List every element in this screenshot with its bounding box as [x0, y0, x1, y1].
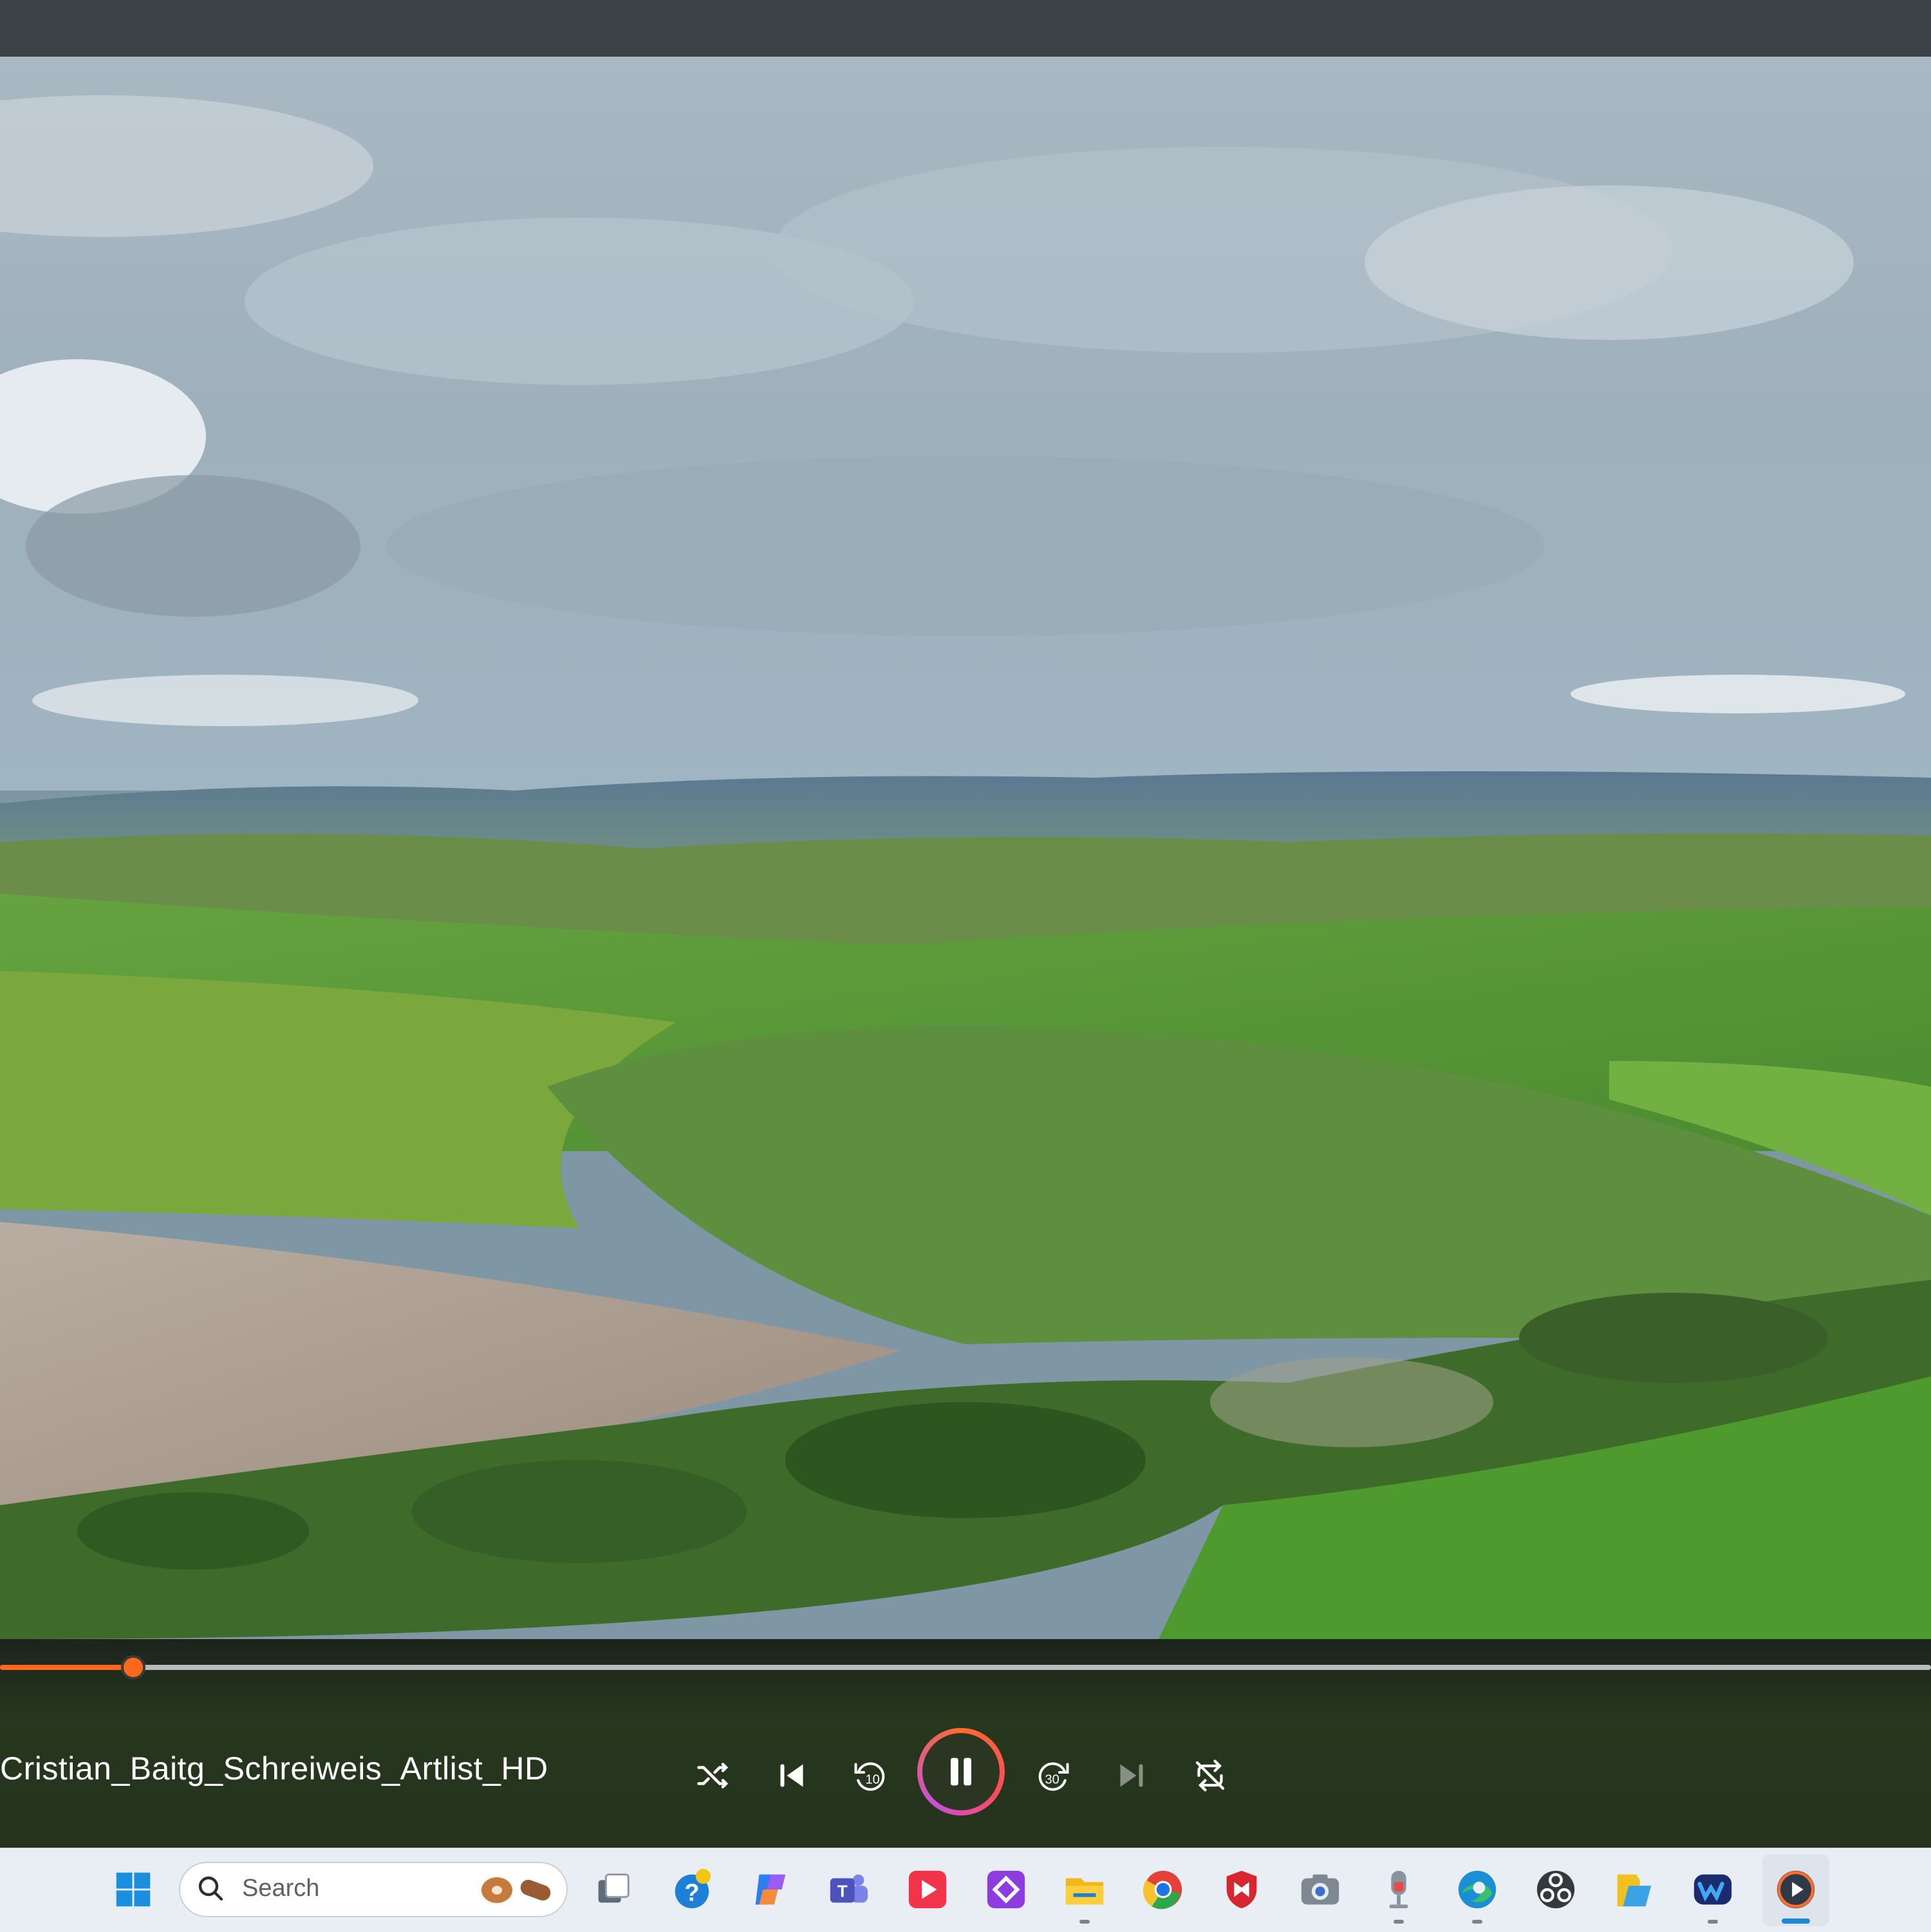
taskbar-app[interactable] [1684, 1861, 1742, 1918]
obs-icon [1536, 1870, 1575, 1909]
svg-text:?: ? [684, 1880, 699, 1907]
taskbar-teams[interactable]: T [820, 1861, 878, 1918]
mcafee-icon [1226, 1870, 1257, 1909]
running-indicator [1708, 1920, 1718, 1924]
files-icon [1617, 1874, 1652, 1907]
rewind-10-icon: 10 [854, 1762, 885, 1791]
taskbar-mcafee[interactable] [1213, 1861, 1271, 1918]
skip-previous-icon [780, 1764, 803, 1787]
media-app-icon [908, 1870, 947, 1909]
diamond-app-icon [987, 1870, 1025, 1909]
previous-button[interactable] [765, 1749, 819, 1803]
pause-icon [951, 1758, 971, 1786]
forward-30-button[interactable]: 30 [1026, 1749, 1080, 1803]
video-landscape-image [0, 57, 1931, 1639]
skip-next-icon [1120, 1764, 1143, 1787]
forward-30-icon: 30 [1038, 1762, 1069, 1791]
video-frame[interactable] [0, 57, 1931, 1639]
taskbar-chrome[interactable] [1134, 1861, 1192, 1918]
taskbar-edge[interactable] [1448, 1861, 1506, 1918]
taskbar-obs[interactable] [1527, 1861, 1585, 1918]
voice-recorder-icon [1389, 1870, 1408, 1909]
copilot-icon [755, 1874, 786, 1905]
rewind-10-button[interactable]: 10 [843, 1749, 897, 1803]
windows-start-icon [116, 1872, 151, 1907]
taskbar-media-player[interactable] [1767, 1861, 1825, 1918]
taskbar-diamond-app[interactable] [977, 1861, 1035, 1918]
seek-bar-progress [0, 1665, 133, 1670]
taskbar-media-app[interactable] [899, 1861, 956, 1918]
shuffle-button[interactable] [686, 1749, 740, 1803]
media-player-icon [1777, 1870, 1815, 1909]
running-indicator [1079, 1920, 1090, 1924]
taskbar-help[interactable]: ? [663, 1861, 721, 1918]
rewind-10-label: 10 [866, 1773, 880, 1787]
app-icon [1693, 1874, 1732, 1905]
running-indicator [1394, 1920, 1404, 1924]
pause-button[interactable] [917, 1728, 1005, 1815]
seek-bar-track[interactable] [0, 1665, 1931, 1670]
taskbar-camera[interactable] [1291, 1861, 1349, 1918]
taskbar-files[interactable] [1605, 1861, 1663, 1918]
file-explorer-icon [1065, 1878, 1104, 1905]
running-indicator [1472, 1920, 1482, 1924]
taskbar-file-explorer[interactable] [1056, 1861, 1114, 1918]
title-bar [0, 0, 1931, 57]
chrome-icon [1143, 1870, 1182, 1909]
help-icon: ? [675, 1868, 711, 1909]
next-button[interactable] [1105, 1749, 1159, 1803]
shuffle-icon [697, 1763, 729, 1788]
pause-button-face [922, 1733, 1000, 1810]
camera-icon [1301, 1874, 1339, 1905]
repeat-off-icon [1195, 1759, 1225, 1792]
taskbar-copilot[interactable] [742, 1861, 799, 1918]
search-icon [198, 1876, 223, 1901]
svg-text:T: T [837, 1882, 848, 1901]
task-view-button[interactable] [584, 1861, 642, 1918]
forward-30-label: 30 [1045, 1773, 1059, 1787]
task-view-icon [598, 1873, 630, 1903]
repeat-off-button[interactable] [1183, 1749, 1237, 1803]
media-title: Cristian_Baitg_Schreiweis_Artlist_HD [0, 1750, 548, 1787]
search-placeholder: Search [242, 1875, 320, 1902]
seek-bar-thumb[interactable] [121, 1655, 145, 1680]
edge-icon [1458, 1870, 1497, 1909]
search-highlight-icon [481, 1877, 551, 1903]
teams-icon: T [830, 1874, 868, 1903]
active-app-indicator [1782, 1918, 1810, 1924]
start-button[interactable] [104, 1861, 162, 1918]
taskbar-voice-recorder[interactable] [1370, 1861, 1428, 1918]
